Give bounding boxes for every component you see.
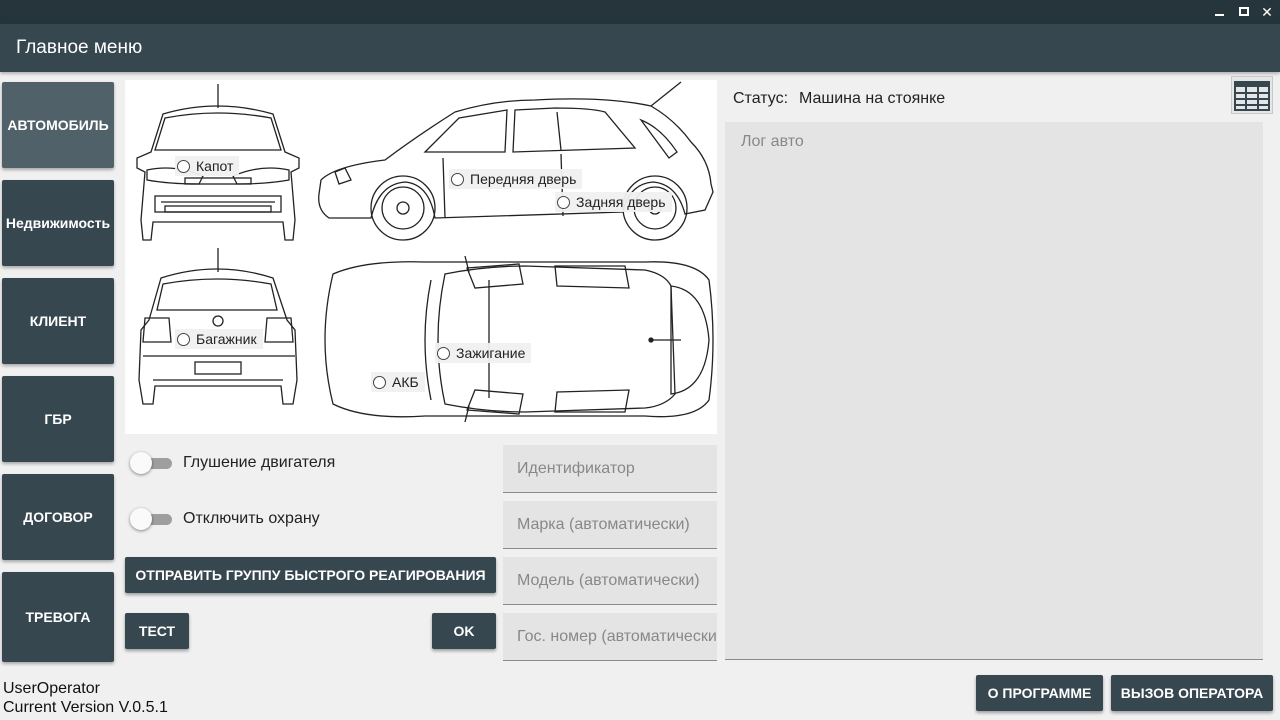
toggle-switch[interactable] [130, 507, 174, 531]
ok-button[interactable]: OK [432, 613, 496, 649]
radio-front-door[interactable]: Передняя дверь [449, 169, 583, 189]
disarm-label: Отключить охрану [183, 510, 320, 527]
radio-trunk-label: Багажник [196, 331, 257, 347]
minimize-icon[interactable] [1210, 2, 1230, 22]
sidebar-item-alarm[interactable]: ТРЕВОГА [2, 572, 114, 662]
model-field[interactable] [503, 557, 717, 604]
car-log-placeholder: Лог авто [741, 133, 804, 150]
radio-circle-icon [177, 159, 190, 173]
sidebar-item-gbr[interactable]: ГБР [2, 376, 114, 462]
close-icon[interactable]: ✕ [1257, 2, 1277, 22]
window-titlebar: ✕ [0, 0, 1280, 24]
disarm-toggle[interactable]: Отключить охрану [130, 507, 320, 531]
model-field-wrapper [503, 557, 717, 605]
test-button[interactable]: ТЕСТ [125, 613, 189, 649]
radio-circle-icon [177, 332, 190, 346]
car-log-area[interactable]: Лог авто [725, 122, 1263, 660]
app-header: Главное меню [0, 24, 1280, 72]
sidebar-item-car[interactable]: АВТОМОБИЛЬ [2, 82, 114, 168]
radio-hood-label: Капот [196, 158, 234, 174]
toggle-switch[interactable] [130, 451, 174, 475]
radio-hood[interactable]: Капот [175, 156, 240, 176]
radio-ignition[interactable]: Зажигание [435, 343, 532, 363]
engine-kill-toggle[interactable]: Глушение двигателя [130, 451, 335, 475]
car-diagram: Капот Передняя дверь Задняя дверь Багажн… [125, 80, 717, 434]
identifier-field-wrapper [503, 445, 717, 493]
radio-rear-door[interactable]: Задняя дверь [555, 192, 672, 212]
radio-front-door-label: Передняя дверь [470, 171, 577, 187]
version-label: Current Version V.0.5.1 [3, 699, 168, 716]
brand-field[interactable] [503, 501, 717, 548]
call-operator-button[interactable]: ВЫЗОВ ОПЕРАТОРА [1111, 675, 1273, 711]
radio-ignition-label: Зажигание [456, 345, 526, 361]
send-gbr-button[interactable]: ОТПРАВИТЬ ГРУППУ БЫСТРОГО РЕАГИРОВАНИЯ [125, 557, 496, 593]
engine-kill-label: Глушение двигателя [183, 454, 336, 471]
identifier-field[interactable] [503, 445, 717, 492]
radio-circle-icon [437, 346, 450, 360]
sidebar-item-contract[interactable]: ДОГОВОР [2, 474, 114, 560]
radio-battery-label: АКБ [392, 374, 419, 390]
plate-field[interactable] [503, 613, 717, 660]
sidebar-item-realty[interactable]: Недвижимость [2, 180, 114, 266]
radio-battery[interactable]: АКБ [371, 372, 425, 392]
radio-rear-door-label: Задняя дверь [576, 194, 666, 210]
radio-circle-icon [451, 172, 464, 186]
radio-circle-icon [557, 195, 570, 209]
plate-field-wrapper [503, 613, 717, 661]
radio-circle-icon [373, 375, 386, 389]
status-label: Статус: [733, 90, 789, 107]
table-grid-icon [1234, 81, 1270, 111]
about-button[interactable]: О ПРОГРАММЕ [976, 675, 1103, 711]
maximize-icon[interactable] [1234, 2, 1254, 22]
brand-field-wrapper [503, 501, 717, 549]
page-title: Главное меню [16, 37, 143, 58]
sidebar-item-client[interactable]: КЛИЕНТ [2, 278, 114, 364]
radio-trunk[interactable]: Багажник [175, 329, 263, 349]
current-user: UserOperator [3, 680, 100, 697]
status-value: Машина на стоянке [799, 90, 946, 107]
table-view-button[interactable] [1231, 76, 1273, 114]
